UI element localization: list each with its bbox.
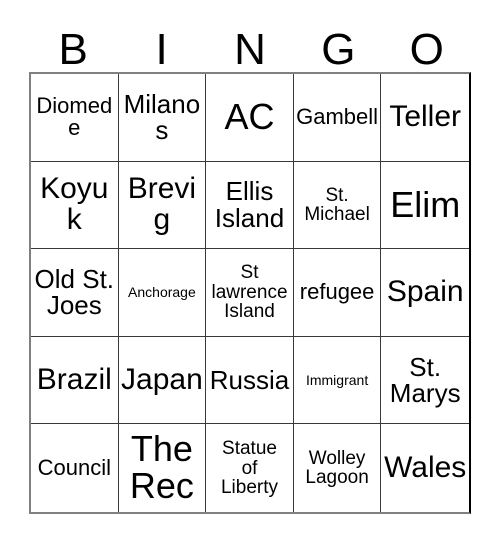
bingo-cell-label: Russia (209, 364, 290, 395)
bingo-cell-label: AC (224, 95, 275, 137)
bingo-cell-label: Council (37, 454, 111, 480)
bingo-cell[interactable]: AC (206, 74, 294, 162)
header-letter-b: B (58, 25, 88, 74)
bingo-cell[interactable]: Immigrant (293, 336, 382, 425)
bingo-cell-label: Gambell (296, 104, 379, 130)
header-letter-g: G (321, 25, 356, 74)
bingo-cell[interactable]: St lawrence Island (206, 249, 294, 337)
bingo-card: B I N G O Diomede Milanos AC Gambell Tel… (29, 11, 471, 514)
bingo-cell-label: Brazil (36, 362, 112, 396)
bingo-cell-label: Wales (384, 450, 467, 484)
bingo-cell-label: Elim (390, 183, 461, 225)
bingo-cell-label: Ellis Island (214, 176, 285, 233)
bingo-cell-label: Immigrant (305, 371, 369, 388)
bingo-cell[interactable]: Brevig (118, 161, 207, 250)
bingo-cell[interactable]: Anchorage (118, 249, 207, 337)
bingo-cell[interactable]: Japan (118, 336, 207, 425)
bingo-cell-label: Wolley Lagoon (305, 447, 369, 489)
bingo-cell-label: Diomede (36, 92, 113, 141)
bingo-cell[interactable]: Statue of Liberty (206, 424, 294, 512)
bingo-cell-label: Teller (389, 100, 462, 133)
bingo-cell[interactable]: Elim (381, 161, 469, 250)
bingo-cell[interactable]: Gambell (293, 74, 382, 162)
bingo-cell[interactable]: Koyuk (31, 161, 119, 250)
bingo-grid: Diomede Milanos AC Gambell Teller Koyuk … (29, 72, 471, 514)
bingo-cell-label: Japan (121, 362, 203, 396)
bingo-cell-label: St. Michael (304, 184, 370, 225)
bingo-cell-label: Brevig (127, 172, 197, 236)
header-letter-i: I (155, 25, 168, 74)
bingo-cell[interactable]: Ellis Island (206, 161, 294, 250)
bingo-cell[interactable]: St. Michael (293, 161, 382, 250)
bingo-cell[interactable]: Wales (381, 424, 469, 512)
bingo-cell[interactable]: Teller (381, 74, 469, 162)
bingo-cell-label: Statue of Liberty (220, 438, 278, 498)
header-letter-n: N (234, 25, 266, 74)
bingo-cell[interactable]: Spain (381, 249, 469, 337)
bingo-cell-label: Milanos (123, 88, 201, 146)
bingo-cell-label: St lawrence Island (211, 262, 288, 323)
header-letter-o: O (409, 25, 444, 74)
bingo-cell-label: Spain (386, 275, 464, 309)
bingo-cell[interactable]: Old St. Joes (31, 249, 119, 337)
bingo-cell[interactable]: Russia (206, 336, 294, 425)
bingo-cell-label: refugee (299, 279, 375, 305)
bingo-cell-label: St. Marys (389, 351, 461, 409)
bingo-cell[interactable]: Diomede (31, 74, 119, 162)
bingo-cell[interactable]: refugee (293, 249, 382, 337)
bingo-cell[interactable]: St. Marys (381, 336, 469, 425)
bingo-cell[interactable]: Council (31, 424, 119, 512)
bingo-cell[interactable]: Brazil (31, 336, 119, 425)
bingo-header-row: B I N G O (29, 11, 471, 72)
bingo-cell-label: Anchorage (128, 284, 196, 301)
bingo-cell-label: Koyuk (40, 172, 109, 236)
bingo-cell[interactable]: The Rec (118, 424, 207, 512)
bingo-cell-label: The Rec (129, 428, 194, 507)
bingo-cell[interactable]: Milanos (118, 74, 207, 162)
bingo-cell-label: Old St. Joes (34, 263, 115, 321)
bingo-cell[interactable]: Wolley Lagoon (293, 424, 382, 512)
